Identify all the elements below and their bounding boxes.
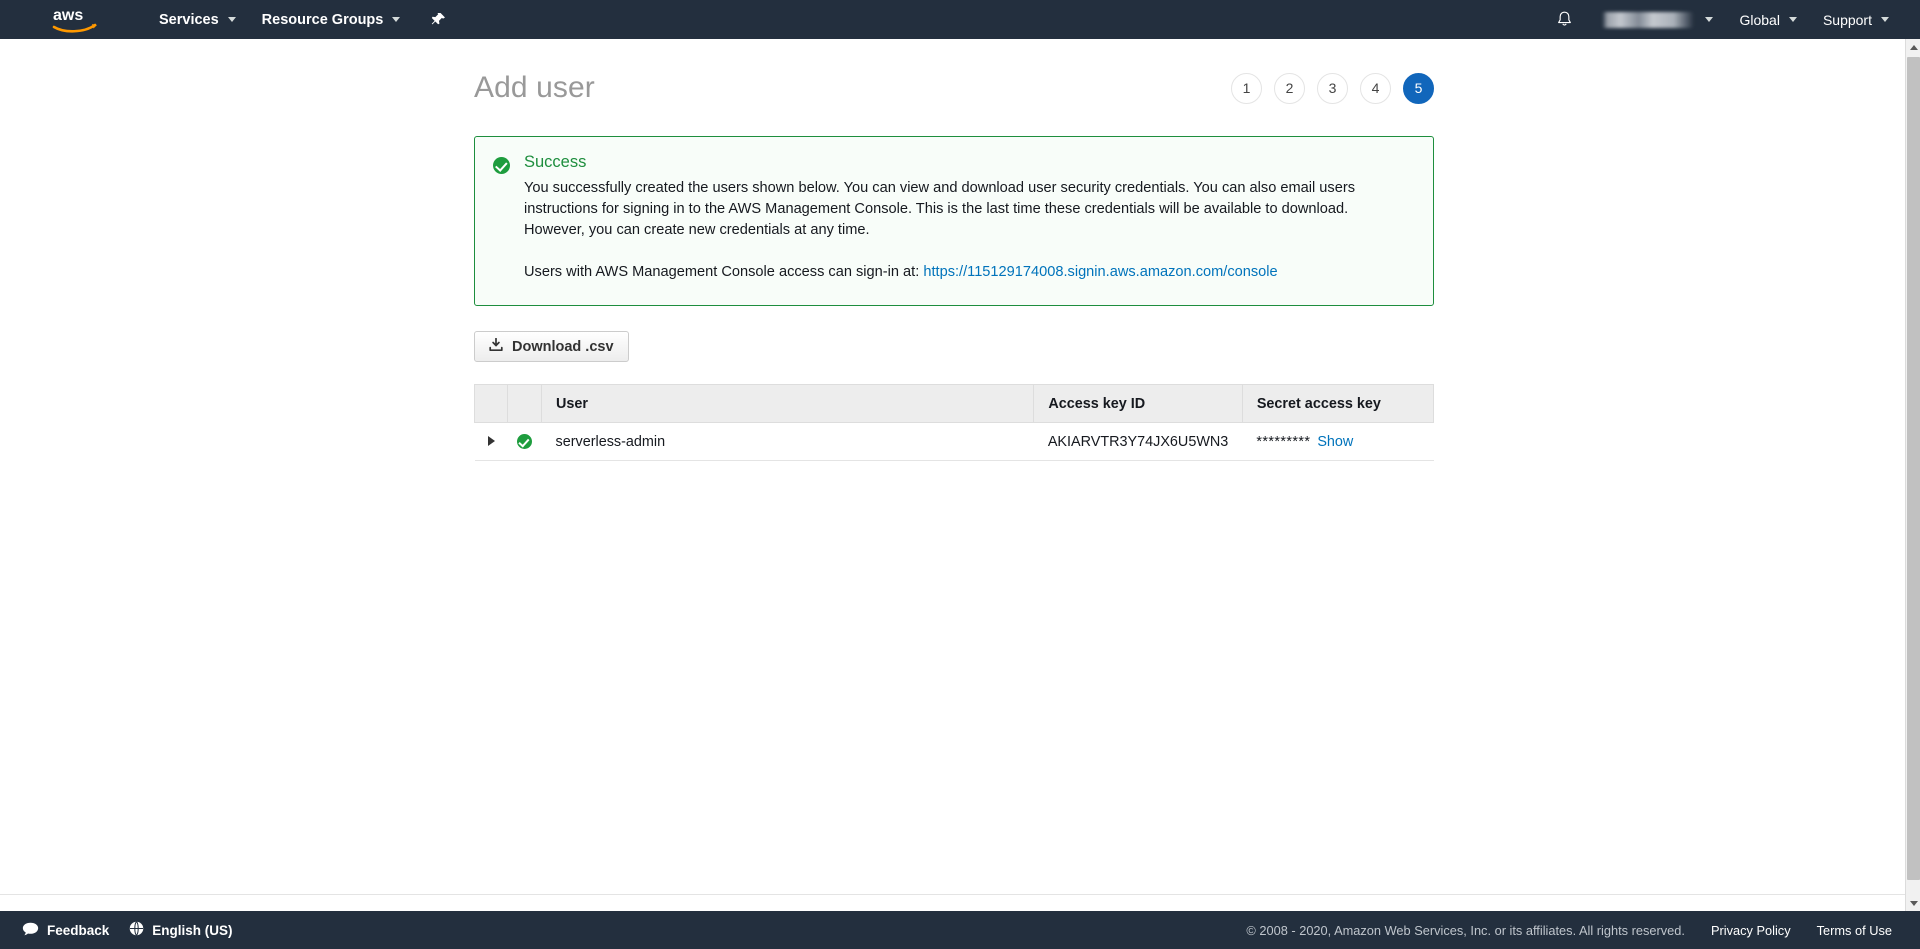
privacy-policy-link[interactable]: Privacy Policy (1711, 923, 1791, 938)
svg-text:aws: aws (53, 7, 83, 24)
nav-resource-groups-menu[interactable]: Resource Groups (249, 0, 414, 39)
download-csv-label: Download .csv (512, 338, 614, 355)
step-indicator-3[interactable]: 3 (1317, 72, 1348, 104)
bell-icon[interactable] (1545, 0, 1583, 39)
signin-url-link[interactable]: https://115129174008.signin.aws.amazon.c… (923, 264, 1277, 280)
column-header-expander (473, 384, 509, 423)
feedback-link[interactable]: Feedback (22, 922, 109, 939)
page-scroll-area: Add user 1 2 3 4 5 Success You successfu… (0, 39, 1905, 911)
table-row[interactable]: serverless-admin AKIARVTR3Y74JX6U5WN3 **… (474, 422, 1434, 461)
row-status-cell (507, 422, 542, 461)
feedback-label: Feedback (47, 922, 110, 938)
download-csv-button[interactable]: Download .csv (474, 331, 629, 362)
chevron-down-icon[interactable] (1906, 895, 1920, 911)
cell-user: serverless-admin (541, 422, 1034, 461)
nav-services-label: Services (159, 11, 219, 28)
vertical-scrollbar[interactable] (1905, 39, 1920, 911)
chevron-down-icon (1881, 17, 1889, 22)
page-content: Add user 1 2 3 4 5 Success You successfu… (473, 39, 1435, 461)
nav-right-group: Global Support (1545, 0, 1920, 39)
footer-right-group: © 2008 - 2020, Amazon Web Services, Inc.… (1246, 923, 1892, 938)
column-header-user: User (541, 384, 1035, 423)
chevron-down-icon (1705, 17, 1714, 22)
step-indicator-5[interactable]: 5 (1403, 72, 1434, 104)
pin-icon[interactable] (421, 0, 455, 39)
chevron-right-icon[interactable] (487, 435, 495, 446)
nav-region-menu[interactable]: Global (1726, 0, 1809, 39)
success-alert-body: Success You successfully created the use… (524, 153, 1415, 283)
credentials-table: User Access key ID Secret access key ser… (473, 384, 1435, 461)
nav-region-label: Global (1739, 11, 1780, 28)
language-label: English (US) (152, 922, 233, 938)
step-indicator: 1 2 3 4 5 (1231, 72, 1434, 104)
success-alert-text: You successfully created the users shown… (524, 180, 1355, 238)
row-expander-cell[interactable] (474, 422, 508, 461)
nav-account-menu[interactable] (1583, 0, 1726, 39)
signin-line: Users with AWS Management Console access… (524, 262, 1415, 283)
footer-bar: Feedback English (US) © 2008 - 2020, Ama… (0, 911, 1920, 949)
nav-resource-groups-label: Resource Groups (261, 11, 384, 28)
cell-secret-access-key: ********* Show (1242, 422, 1434, 461)
column-header-secret-access-key: Secret access key (1241, 384, 1435, 423)
cell-access-key-id: AKIARVTR3Y74JX6U5WN3 (1033, 422, 1243, 461)
globe-icon (129, 921, 144, 939)
table-header: User Access key ID Secret access key (473, 384, 1435, 423)
chevron-down-icon (1788, 17, 1797, 22)
speech-bubble-icon (22, 922, 39, 939)
step-indicator-4[interactable]: 4 (1360, 72, 1391, 104)
show-secret-link[interactable]: Show (1317, 434, 1353, 450)
terms-of-use-link[interactable]: Terms of Use (1817, 923, 1892, 938)
copyright-text: © 2008 - 2020, Amazon Web Services, Inc.… (1246, 922, 1685, 938)
step-indicator-1[interactable]: 1 (1231, 72, 1262, 104)
table-header-row: User Access key ID Secret access key (473, 384, 1435, 423)
table-body: serverless-admin AKIARVTR3Y74JX6U5WN3 **… (474, 422, 1434, 461)
step-indicator-2[interactable]: 2 (1274, 72, 1305, 104)
account-name-redacted (1602, 11, 1695, 28)
action-bar: Close (0, 894, 1905, 911)
success-check-icon (493, 157, 510, 174)
scrollbar-thumb[interactable] (1907, 57, 1920, 880)
nav-support-menu[interactable]: Support (1810, 0, 1902, 39)
language-selector-link[interactable]: English (US) (129, 921, 233, 939)
page-header-row: Add user 1 2 3 4 5 (474, 39, 1434, 117)
column-header-access-key-id: Access key ID (1033, 384, 1243, 423)
chevron-down-icon (227, 17, 236, 22)
nav-services-menu[interactable]: Services (146, 0, 249, 39)
page-title: Add user (474, 71, 595, 104)
aws-logo-icon[interactable]: aws (52, 5, 100, 35)
nav-support-label: Support (1822, 11, 1872, 28)
success-alert-title: Success (524, 153, 587, 171)
success-check-icon (517, 434, 533, 450)
top-navigation-bar: aws Services Resource Groups Global Supp… (0, 0, 1920, 39)
chevron-up-icon[interactable] (1906, 39, 1920, 55)
download-icon (489, 337, 503, 356)
secret-masked-value: ********* (1256, 433, 1311, 450)
footer-left-group: Feedback English (US) (22, 921, 233, 939)
signin-prefix-text: Users with AWS Management Console access… (524, 264, 920, 280)
success-alert: Success You successfully created the use… (474, 136, 1434, 306)
column-header-status (507, 384, 543, 423)
chevron-down-icon (392, 17, 401, 22)
